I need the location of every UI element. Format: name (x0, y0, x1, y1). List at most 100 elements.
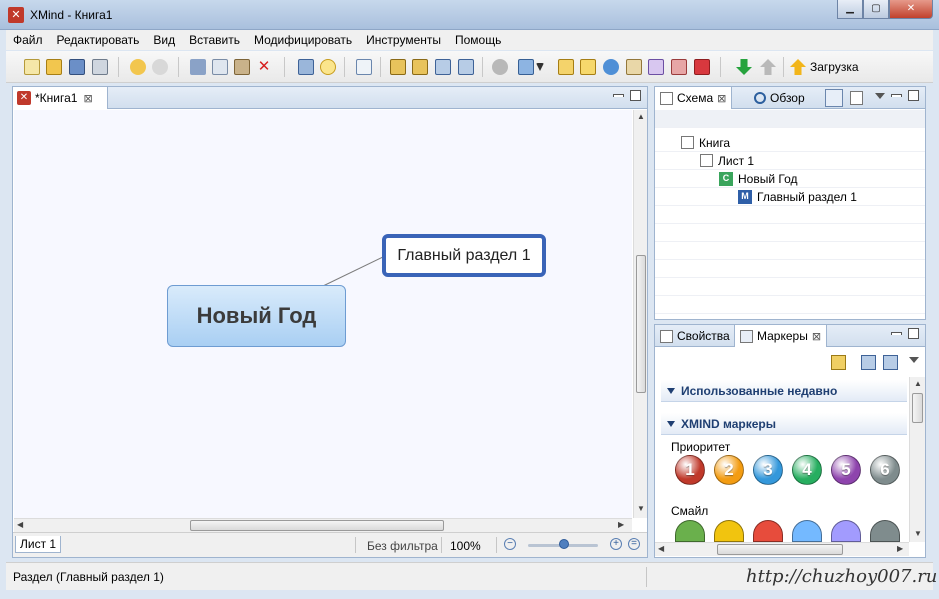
list-view-icon[interactable] (850, 91, 863, 105)
new-file-icon[interactable] (24, 59, 40, 75)
boundary-icon[interactable] (626, 59, 642, 75)
tree-item-central-topic[interactable]: C Новый Год (655, 170, 925, 188)
import-marker-icon[interactable] (861, 355, 876, 370)
download-arrow-icon[interactable] (736, 59, 752, 75)
tab-markers[interactable]: Маркеры ⊠ (734, 325, 828, 347)
hyperlink-globe-icon[interactable] (603, 59, 619, 75)
minimize-pane-icon[interactable] (891, 94, 902, 97)
floating-topic-icon[interactable] (458, 59, 474, 75)
menu-tools[interactable]: Инструменты (359, 33, 448, 47)
copy-icon[interactable] (212, 59, 228, 75)
menu-file[interactable]: Файл (6, 33, 50, 47)
tab-properties[interactable]: Свойства (655, 325, 735, 347)
tree-item-main-topic[interactable]: M Главный раздел 1 (655, 188, 925, 206)
scroll-left-icon[interactable]: ◀ (658, 544, 664, 553)
tree-view-icon[interactable] (825, 89, 843, 107)
image-icon[interactable] (518, 59, 534, 75)
main-topic[interactable]: Главный раздел 1 (382, 234, 546, 277)
idea-bulb-icon[interactable] (320, 59, 336, 75)
close-button[interactable]: ✕ (889, 0, 933, 19)
smile-cry-icon[interactable] (792, 520, 822, 542)
relationship-icon[interactable] (671, 59, 687, 75)
tab-overview[interactable]: Обзор (749, 87, 810, 109)
minimize-button[interactable]: ▁ (837, 0, 863, 19)
minimize-pane-icon[interactable] (891, 332, 902, 335)
priority-5-icon[interactable]: 5 (831, 455, 861, 485)
priority-3-icon[interactable]: 3 (753, 455, 783, 485)
smile-angry-icon[interactable] (753, 520, 783, 542)
smile-sleep-icon[interactable] (870, 520, 900, 542)
menu-modify[interactable]: Модифицировать (247, 33, 359, 47)
priority-2-icon[interactable]: 2 (714, 455, 744, 485)
menu-edit[interactable]: Редактировать (50, 33, 147, 47)
upload-arrow-icon[interactable] (760, 59, 776, 75)
paste-icon[interactable] (234, 59, 250, 75)
vertical-scroll-thumb[interactable] (636, 255, 646, 393)
print-icon[interactable] (92, 59, 108, 75)
section-xmind-markers[interactable]: XMIND маркеры (661, 413, 907, 435)
attachment-icon[interactable] (492, 59, 508, 75)
scroll-right-icon[interactable]: ▶ (618, 520, 624, 529)
add-marker-icon[interactable] (831, 355, 846, 370)
menu-view[interactable]: Вид (146, 33, 182, 47)
scroll-right-icon[interactable]: ▶ (897, 544, 903, 553)
view-menu-icon[interactable] (909, 357, 919, 363)
minimize-pane-icon[interactable] (613, 94, 624, 97)
tree-item-book[interactable]: Книга (655, 134, 925, 152)
view-menu-icon[interactable] (875, 93, 885, 99)
open-folder-icon[interactable] (46, 59, 62, 75)
maximize-pane-icon[interactable] (630, 90, 641, 101)
scroll-down-icon[interactable]: ▼ (637, 504, 645, 513)
tree-item-sheet[interactable]: Лист 1 (655, 152, 925, 170)
undo-icon[interactable] (130, 59, 146, 75)
scroll-left-icon[interactable]: ◀ (17, 520, 23, 529)
close-tab-icon[interactable]: ⊠ (83, 92, 92, 105)
presentation-icon[interactable] (298, 59, 314, 75)
smile-laugh-icon[interactable] (714, 520, 744, 542)
horizontal-scrollbar[interactable]: ◀ ▶ (14, 518, 632, 532)
zoom-slider-handle[interactable] (559, 539, 569, 549)
tab-outline[interactable]: Схема ⊠ (655, 87, 733, 109)
zoom-in-icon[interactable]: + (610, 538, 622, 550)
markers-vertical-scroll-thumb[interactable] (912, 393, 923, 423)
zoom-fit-icon[interactable]: = (628, 538, 640, 550)
menu-help[interactable]: Помощь (448, 33, 508, 47)
insert-topic-icon[interactable] (390, 59, 406, 75)
smile-happy-icon[interactable] (675, 520, 705, 542)
vertical-scrollbar[interactable]: ▲ ▼ (633, 110, 647, 518)
save-icon[interactable] (69, 59, 85, 75)
central-topic[interactable]: Новый Год (167, 285, 346, 347)
priority-6-icon[interactable]: 6 (870, 455, 900, 485)
insert-subtopic-icon[interactable] (412, 59, 428, 75)
maximize-pane-icon[interactable] (908, 328, 919, 339)
close-tab-icon[interactable]: ⊠ (812, 330, 821, 343)
sheet-tab[interactable]: Лист 1 (15, 536, 62, 553)
chevron-down-icon[interactable] (536, 63, 544, 71)
priority-4-icon[interactable]: 4 (792, 455, 822, 485)
label-icon[interactable] (558, 59, 574, 75)
upload-button[interactable]: Загрузка (790, 57, 859, 77)
priority-1-icon[interactable]: 1 (675, 455, 705, 485)
scroll-up-icon[interactable]: ▲ (637, 112, 645, 121)
smile-surprise-icon[interactable] (831, 520, 861, 542)
horizontal-scroll-thumb[interactable] (190, 520, 444, 531)
zoom-out-icon[interactable]: − (504, 538, 516, 550)
markers-vertical-scrollbar[interactable]: ▲ ▼ (909, 377, 925, 542)
map-canvas[interactable]: Новый Год Главный раздел 1 (14, 110, 632, 518)
maximize-pane-icon[interactable] (908, 90, 919, 101)
tab-book1[interactable]: ✕ *Книга1 ⊠ (13, 87, 108, 109)
stop-icon[interactable] (694, 59, 710, 75)
menu-insert[interactable]: Вставить (182, 33, 247, 47)
filter-label[interactable]: Без фильтра (367, 539, 438, 553)
redo-icon[interactable] (152, 59, 168, 75)
scroll-down-icon[interactable]: ▼ (914, 529, 922, 538)
notes-icon[interactable] (580, 59, 596, 75)
export-marker-icon[interactable] (883, 355, 898, 370)
maximize-button[interactable]: ▢ (863, 0, 889, 19)
markers-horizontal-scroll-thumb[interactable] (717, 544, 843, 555)
insert-parent-topic-icon[interactable] (435, 59, 451, 75)
close-tab-icon[interactable]: ⊠ (717, 92, 726, 105)
delete-icon[interactable]: ✕ (256, 59, 272, 75)
scroll-up-icon[interactable]: ▲ (914, 379, 922, 388)
section-recent[interactable]: Использованные недавно (661, 380, 907, 402)
